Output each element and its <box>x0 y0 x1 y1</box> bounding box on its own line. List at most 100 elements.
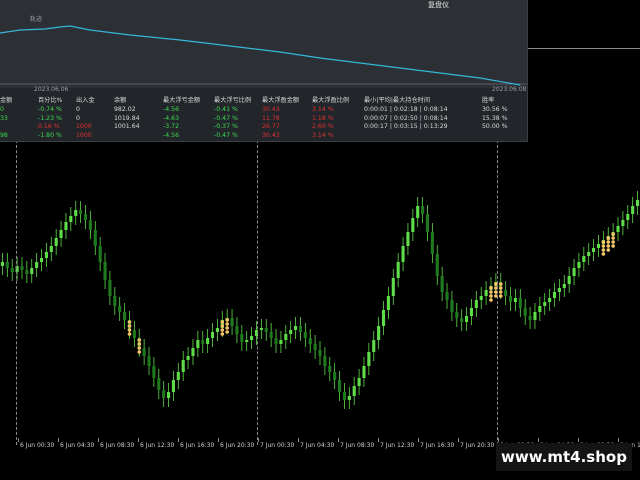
stats-cell: 3.14 % <box>312 106 334 113</box>
stats-cell: -1.80 % <box>38 131 62 139</box>
curve-label: 轨迹 <box>30 16 43 23</box>
candle-body <box>166 392 171 398</box>
candle-body <box>206 338 210 344</box>
candle-body <box>74 210 78 216</box>
trade-marker <box>606 248 611 252</box>
candle-body <box>401 246 405 262</box>
trade-marker <box>225 330 229 334</box>
candle-body <box>152 366 156 378</box>
candle-body <box>284 334 288 340</box>
trade-marker <box>498 282 503 286</box>
candle-body <box>294 326 298 330</box>
stats-cell: 33 <box>0 114 8 122</box>
stats-cell: 1000 <box>76 131 92 139</box>
period-separator <box>497 140 498 445</box>
stats-column: 最大浮亏比例 -0.41 % -0.47 % -0.37 % -0.47 % <box>214 96 251 140</box>
candle-body <box>162 390 166 398</box>
candle-body <box>157 378 161 390</box>
stats-cell: 0 <box>76 114 80 122</box>
stats-cell <box>0 123 12 132</box>
candle-body <box>64 222 68 230</box>
trade-marker <box>225 326 229 330</box>
time-label: 6 Jun 04:30 <box>60 442 95 449</box>
trade-marker <box>127 328 132 332</box>
trade-marker <box>601 252 606 256</box>
time-tick <box>458 438 459 442</box>
stats-cell: 15.38 % <box>482 114 508 122</box>
horizontal-line[interactable] <box>528 48 640 49</box>
candle-body <box>303 332 307 338</box>
trade-marker <box>220 328 225 332</box>
trade-marker <box>127 324 132 328</box>
stats-header: 百分比% <box>38 97 63 104</box>
candle-body <box>440 276 444 292</box>
time-tick <box>138 438 139 442</box>
stats-cell: 30.56 % <box>482 106 508 113</box>
period-separator <box>16 140 17 445</box>
stats-cell: 0:00:17 | 0:03:15 | 0:13:29 <box>364 123 448 130</box>
trade-marker <box>611 236 615 240</box>
candle-body <box>596 244 601 248</box>
time-tick <box>418 438 419 442</box>
candle-body <box>504 290 508 296</box>
stats-column: 胜率 30.56 % 15.38 % 50.00 % <box>482 96 508 140</box>
trade-marker <box>601 248 606 252</box>
candle-body <box>513 298 517 302</box>
trade-marker <box>489 286 493 290</box>
candle-body <box>592 248 596 252</box>
candle-body <box>44 252 48 258</box>
candle-body <box>411 218 415 232</box>
stats-header: 最大浮亏金额 <box>163 97 201 104</box>
candle-body <box>240 334 244 342</box>
stats-column: 余额 982.02 1019.84 1001.64 <box>114 96 140 140</box>
trade-marker <box>606 244 611 248</box>
candle-body <box>548 298 552 302</box>
candle-body <box>577 262 581 268</box>
trade-marker <box>127 320 132 324</box>
candle-body <box>342 392 346 400</box>
candle-body <box>69 216 73 222</box>
candle-body <box>631 206 635 214</box>
candle-body <box>0 262 5 266</box>
candle-body <box>98 246 102 262</box>
stats-cell: 2.60 % <box>312 123 334 130</box>
trade-marker <box>601 244 606 248</box>
candle-body <box>538 306 542 312</box>
candle-body <box>196 340 200 348</box>
candle-body <box>421 206 425 214</box>
curve-date-start: 2023.06.06 <box>34 86 69 93</box>
candle-body <box>5 262 9 268</box>
time-label: 7 Jun 04:30 <box>300 442 335 449</box>
stats-cell: 0.16 % <box>38 123 60 130</box>
candle-body <box>357 378 361 386</box>
trade-marker <box>611 244 615 248</box>
time-tick <box>298 438 299 442</box>
trade-marker <box>611 240 615 244</box>
candle-body <box>333 372 337 380</box>
candle-body <box>88 220 92 230</box>
candle-body <box>269 332 273 338</box>
candle-body <box>425 214 430 232</box>
stats-column: 最大浮盈比例 3.14 % 1.18 % 2.60 % 3.14 % <box>312 96 349 140</box>
candle-body <box>552 292 557 298</box>
time-tick <box>98 438 99 442</box>
trade-marker <box>606 240 611 244</box>
equity-curve-box: 轨迹 2023.06.06 2023.06.08 <box>0 0 527 93</box>
stats-column: 最大浮盈金额 30.43 11.78 26.77 30.43 <box>262 96 299 140</box>
time-label: 7 Jun 20:30 <box>460 442 495 449</box>
candle-body <box>533 312 537 320</box>
candle-body <box>20 266 24 270</box>
candle-body <box>377 326 381 340</box>
stats-column: 出入金 0 0 1000 1000 <box>76 96 95 140</box>
time-tick <box>58 438 59 442</box>
candle-body <box>186 356 190 360</box>
stats-cell: 0:00:07 | 0:02:50 | 0:08:14 <box>364 114 448 122</box>
panel-title: 复盘仪 <box>428 1 449 9</box>
period-separator <box>257 140 258 445</box>
trade-marker <box>220 320 225 324</box>
stats-header: 出入金 <box>76 97 95 104</box>
stats-header: 金额 <box>0 97 13 104</box>
time-tick <box>618 438 619 442</box>
stats-cell: 1019.84 <box>114 114 140 122</box>
candle-body <box>460 318 464 322</box>
